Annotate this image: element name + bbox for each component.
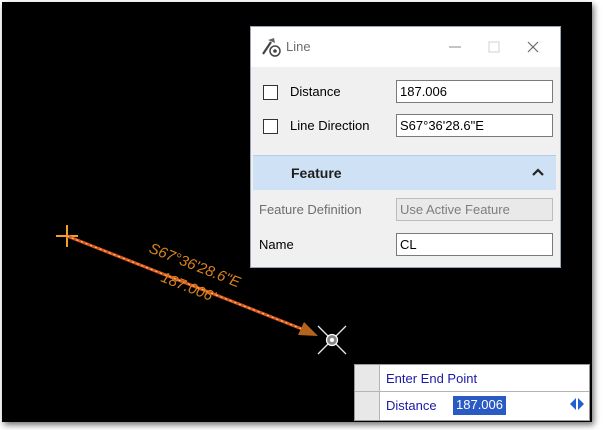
tool-prompt-box: Enter End Point Distance 187.006 xyxy=(354,364,590,421)
prompt-message: Enter End Point xyxy=(386,371,478,386)
prompt-distance-label: Distance xyxy=(386,398,437,413)
minimize-icon xyxy=(449,46,461,48)
feature-definition-label: Feature Definition xyxy=(259,202,362,217)
chevron-up-icon xyxy=(532,168,544,176)
distance-label: Distance xyxy=(290,84,341,99)
left-right-arrows-icon[interactable] xyxy=(569,397,585,411)
name-field[interactable]: CL xyxy=(396,233,553,256)
design-view-canvas[interactable]: S67°36'28.6"E 187.006' Line Distance 187… xyxy=(2,2,592,422)
maximize-icon xyxy=(488,41,500,53)
prompt-gutter xyxy=(355,365,380,420)
minimize-button[interactable] xyxy=(437,33,473,61)
name-label: Name xyxy=(259,237,294,252)
distance-checkbox[interactable] xyxy=(263,85,278,100)
line-tool-icon xyxy=(260,36,282,58)
maximize-button[interactable] xyxy=(476,33,512,61)
feature-definition-field: Use Active Feature xyxy=(396,198,553,221)
dialog-titlebar[interactable]: Line xyxy=(251,27,560,67)
close-button[interactable] xyxy=(515,33,551,61)
line-direction-label: Line Direction xyxy=(290,118,370,133)
prompt-distance-input[interactable]: 187.006 xyxy=(453,396,506,415)
close-icon xyxy=(527,41,539,53)
distance-field[interactable]: 187.006 xyxy=(396,80,553,103)
line-direction-checkbox[interactable] xyxy=(263,119,278,134)
cursor-crosshair-icon xyxy=(317,325,347,355)
distance-row: Distance 187.006 xyxy=(253,77,556,107)
line-direction-field[interactable]: S67°36'28.6"E xyxy=(396,114,553,137)
feature-definition-row: Feature Definition Use Active Feature xyxy=(253,195,556,225)
line-arrowhead xyxy=(298,322,318,336)
prompt-divider xyxy=(379,391,589,392)
name-row: Name CL xyxy=(253,230,556,260)
line-tool-dialog[interactable]: Line Distance 187.006 Line Direction S67… xyxy=(250,26,561,268)
prompt-gutter-divider xyxy=(355,391,379,392)
dialog-title: Line xyxy=(286,39,311,54)
feature-section-title: Feature xyxy=(291,165,342,181)
feature-section-header[interactable]: Feature xyxy=(253,155,556,190)
line-direction-row: Line Direction S67°36'28.6"E xyxy=(253,111,556,141)
